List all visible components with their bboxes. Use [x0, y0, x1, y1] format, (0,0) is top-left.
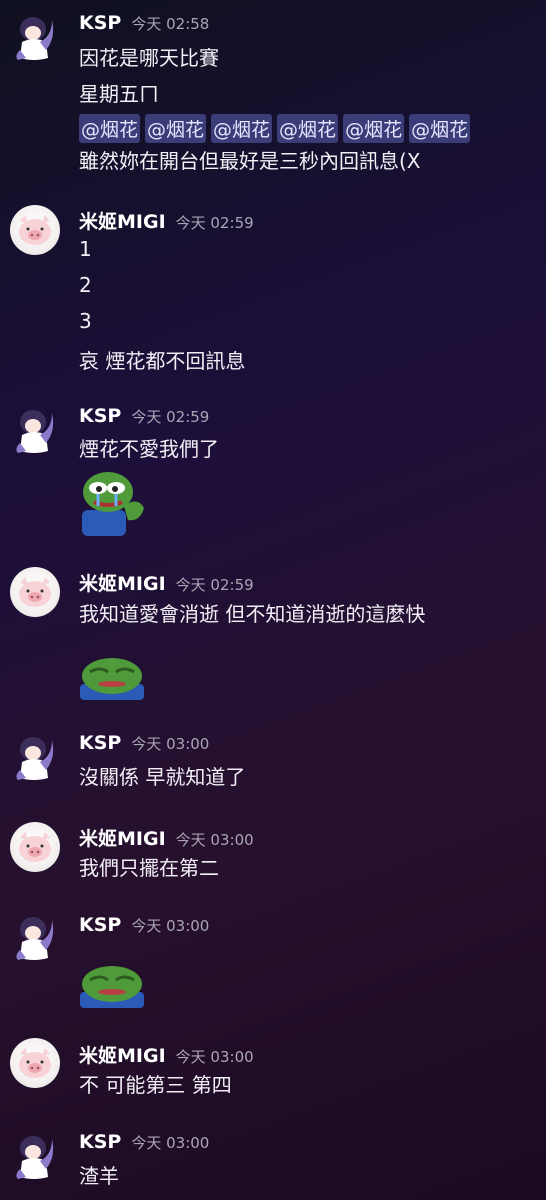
author-name[interactable]: KSP: [79, 405, 121, 427]
user-mention[interactable]: @烟花: [343, 114, 405, 143]
author-name[interactable]: KSP: [79, 1131, 121, 1153]
ksp-avatar[interactable]: [12, 1131, 56, 1181]
ksp-avatar[interactable]: [12, 405, 56, 455]
migi-avatar[interactable]: [10, 205, 60, 255]
message-text: 我知道愛會消逝 但不知道消逝的這麼快: [79, 602, 426, 626]
message-text: 不 可能第三 第四: [79, 1073, 232, 1097]
author-name[interactable]: KSP: [79, 732, 121, 754]
timestamp: 今天 02:58: [131, 15, 210, 33]
author-name[interactable]: 米姬MIGI: [79, 1041, 166, 1068]
author-name[interactable]: 米姬MIGI: [79, 824, 166, 851]
timestamp: 今天 02:59: [175, 576, 254, 594]
message-text: 3: [79, 309, 92, 333]
author-name[interactable]: 米姬MIGI: [79, 569, 166, 596]
message-text: 1: [79, 237, 92, 261]
message-text: 2: [79, 273, 92, 297]
user-mention[interactable]: @烟花: [211, 114, 273, 143]
sad-pepe-emoji[interactable]: [78, 962, 146, 1012]
ksp-avatar[interactable]: [12, 12, 56, 62]
user-mention[interactable]: @烟花: [145, 114, 207, 143]
timestamp: 今天 03:00: [175, 1048, 254, 1066]
author-name[interactable]: KSP: [79, 12, 121, 34]
author-name[interactable]: KSP: [79, 914, 121, 936]
migi-avatar[interactable]: [10, 567, 60, 617]
ksp-avatar[interactable]: [12, 912, 56, 962]
crying-pepe-emoji[interactable]: [78, 466, 148, 540]
mention-row: @烟花 @烟花 @烟花 @烟花 @烟花 @烟花: [79, 114, 471, 143]
timestamp: 今天 03:00: [131, 735, 210, 753]
message-text: 沒關係 早就知道了: [79, 765, 246, 789]
message-text: 哀 煙花都不回訊息: [79, 349, 246, 373]
timestamp: 今天 03:00: [131, 917, 210, 935]
message-text: 渣羊: [79, 1164, 119, 1188]
message-text: 我們只擺在第二: [79, 856, 219, 880]
timestamp: 今天 03:00: [131, 1134, 210, 1152]
message-text: 星期五ㄇ: [79, 82, 159, 106]
timestamp: 今天 02:59: [131, 408, 210, 426]
timestamp: 今天 03:00: [175, 831, 254, 849]
user-mention[interactable]: @烟花: [409, 114, 471, 143]
timestamp: 今天 02:59: [175, 214, 254, 232]
sad-pepe-emoji[interactable]: [78, 654, 146, 704]
migi-avatar[interactable]: [10, 822, 60, 872]
author-name[interactable]: 米姬MIGI: [79, 207, 166, 234]
message-text: 煙花不愛我們了: [79, 437, 219, 461]
migi-avatar[interactable]: [10, 1038, 60, 1088]
user-mention[interactable]: @烟花: [277, 114, 339, 143]
ksp-avatar[interactable]: [12, 732, 56, 782]
user-mention[interactable]: @烟花: [79, 114, 141, 143]
message-text: 雖然妳在開台但最好是三秒內回訊息(X: [79, 149, 421, 173]
message-text: 因花是哪天比賽: [79, 46, 219, 70]
